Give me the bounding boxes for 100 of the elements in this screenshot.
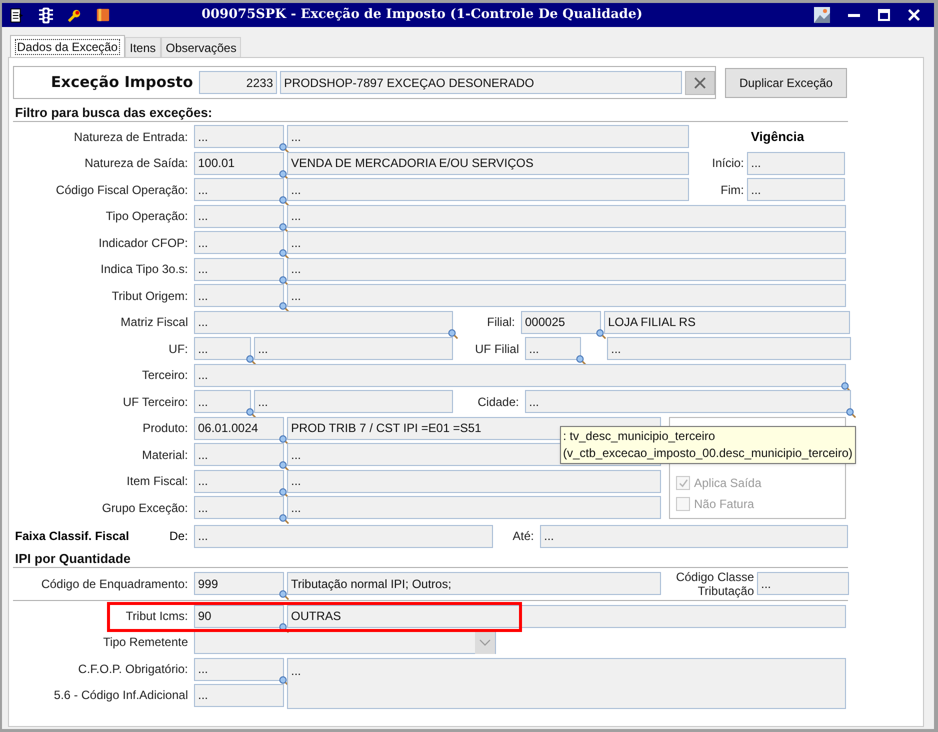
window-title: 009075SPK - Exceção de Imposto (1-Controle De Qualidade) (200, 6, 644, 24)
description-field[interactable]: ... (287, 470, 661, 492)
tab[interactable]: Observações (160, 37, 242, 57)
code-field[interactable]: ... (525, 337, 581, 360)
description-field[interactable]: ... (254, 390, 453, 413)
close-icon[interactable] (908, 9, 920, 21)
code-field[interactable]: 06.01.0024 (194, 416, 284, 440)
duplicate-button[interactable]: Duplicar Exceção (725, 68, 847, 98)
tab[interactable]: Dados da Exceção (10, 35, 125, 57)
date-field[interactable]: ... (747, 152, 845, 174)
magnifier-icon[interactable] (846, 408, 856, 418)
code-field[interactable]: ... (194, 470, 284, 492)
magnifier-icon[interactable] (279, 276, 289, 286)
description-field[interactable]: ... (287, 125, 689, 148)
field-label: Natureza de Saída: (84, 155, 188, 172)
description-field[interactable]: ... (254, 337, 453, 360)
magnifier-icon[interactable] (448, 328, 458, 338)
field-label: UF: (168, 340, 188, 358)
code-field[interactable]: ... (194, 684, 284, 706)
description-field[interactable]: VENDA DE MERCADORIA E/OU SERVIÇOS (287, 152, 689, 174)
code-field[interactable]: ... (194, 178, 284, 201)
field-label: Indicador CFOP: (98, 234, 188, 252)
code-field[interactable]: 90 (194, 604, 284, 628)
description-field[interactable]: ... (287, 231, 846, 254)
field-label: 5.6 - Código Inf.Adicional (54, 687, 188, 704)
description-field[interactable]: Tributação normal IPI; Outros; (287, 572, 661, 595)
description-field[interactable]: ... (287, 258, 846, 280)
code-field[interactable]: ... (194, 496, 284, 519)
magnifier-icon[interactable] (279, 249, 289, 259)
validity-title: Vigência (750, 128, 804, 146)
code-field[interactable]: ... (194, 231, 284, 254)
description-field[interactable]: PRODSHOP-7897 EXCEÇAO DESONERADO (280, 71, 682, 94)
magnifier-icon[interactable] (279, 514, 289, 524)
exit-icon[interactable] (10, 8, 25, 22)
field-label: Código Fiscal Operação: (56, 182, 188, 198)
traffic-light-icon[interactable] (39, 6, 53, 24)
field-label: Início: (712, 155, 744, 172)
section-title: Faixa Classif. Fiscal (15, 528, 130, 545)
magnifier-icon[interactable] (279, 590, 289, 600)
text-field[interactable]: ... (757, 572, 849, 595)
description-field[interactable]: OUTRAS (287, 604, 846, 628)
code-field[interactable]: ... (194, 390, 251, 413)
picture-icon[interactable] (814, 7, 830, 23)
section-title: IPI por Quantidade (15, 550, 131, 566)
checkbox-label: Não Fatura (694, 496, 754, 513)
tab[interactable]: Itens (124, 37, 161, 57)
code-field[interactable]: ... (194, 443, 284, 466)
field-label: Código de Enquadramento: (41, 576, 188, 592)
description-field[interactable]: ... (287, 496, 661, 519)
magnifier-icon[interactable] (596, 328, 606, 338)
description-field[interactable]: ... (607, 337, 851, 360)
description-field[interactable]: LOJA FILIAL RS (604, 310, 850, 334)
description-field[interactable]: ... (287, 204, 846, 228)
magnifier-icon[interactable] (279, 488, 289, 498)
text-field[interactable]: ... (194, 524, 493, 548)
dropdown[interactable] (194, 630, 496, 654)
magnifier-icon[interactable] (279, 676, 289, 686)
text-field[interactable]: ... (194, 310, 453, 334)
text-field[interactable]: ... (525, 390, 851, 413)
magnifier-icon[interactable] (279, 170, 289, 180)
section-title: Filtro para busca das exceções: (15, 105, 212, 120)
field-label: Fim: (720, 182, 744, 198)
magnifier-icon[interactable] (279, 196, 289, 206)
code-field[interactable]: 999 (194, 572, 284, 595)
field-label: Cidade: (478, 394, 519, 410)
wrench-icon[interactable] (67, 8, 82, 22)
magnifier-icon[interactable] (279, 302, 289, 312)
description-field[interactable]: ... (287, 178, 689, 201)
field-label: UF Filial (475, 340, 519, 358)
code-field[interactable]: 000025 (521, 310, 601, 334)
magnifier-icon[interactable] (279, 143, 289, 153)
code-field[interactable]: ... (194, 125, 284, 148)
code-field[interactable]: ... (194, 204, 284, 228)
description-field[interactable]: ... (287, 658, 846, 708)
binder-icon[interactable] (96, 7, 110, 23)
code-field[interactable]: ... (194, 284, 284, 307)
code-field[interactable]: ... (194, 337, 251, 360)
field-label: UF Terceiro: (122, 394, 188, 410)
code-field[interactable]: ... (194, 658, 284, 680)
magnifier-icon[interactable] (246, 408, 256, 418)
text-field[interactable]: ... (194, 364, 846, 386)
field-label: C.F.O.P. Obrigatório: (78, 661, 188, 678)
clear-button[interactable] (685, 70, 715, 94)
code-field[interactable]: 100.01 (194, 152, 284, 174)
magnifier-icon[interactable] (279, 434, 289, 444)
code-field[interactable]: ... (194, 258, 284, 280)
description-field[interactable]: ... (287, 284, 846, 307)
field-label: Código Classe Tributação (676, 570, 754, 598)
maximize-icon[interactable] (878, 9, 890, 21)
magnifier-icon[interactable] (841, 382, 851, 392)
field-label: Grupo Exceção: (102, 500, 188, 516)
magnifier-icon[interactable] (279, 222, 289, 232)
magnifier-icon[interactable] (246, 355, 256, 365)
magnifier-icon[interactable] (576, 355, 586, 365)
field-label: Item Fiscal: (126, 473, 188, 490)
text-field[interactable]: ... (540, 524, 848, 548)
code-field[interactable]: 2233 (199, 71, 277, 94)
field-label: Indica Tipo 3o.s: (100, 261, 188, 278)
date-field[interactable]: ... (747, 178, 845, 201)
magnifier-icon[interactable] (279, 461, 289, 471)
